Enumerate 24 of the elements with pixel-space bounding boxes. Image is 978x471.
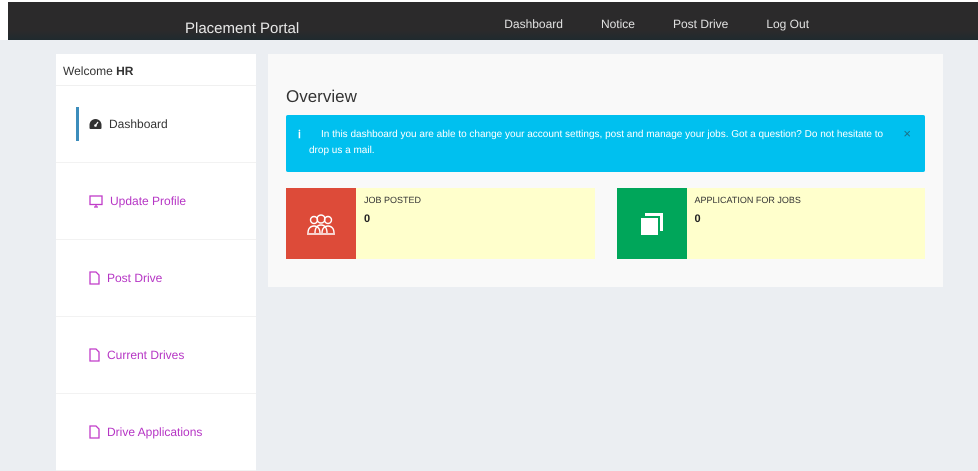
sidebar-item[interactable]: Update Profile: [76, 184, 186, 218]
file-icon: [89, 348, 100, 362]
users-icon: [306, 212, 336, 234]
sidebar-item[interactable]: Post Drive: [76, 261, 162, 295]
sidebar-item[interactable]: Drive Applications: [76, 415, 202, 449]
file-icon: [89, 271, 100, 285]
welcome-text: Welcome HR: [56, 54, 256, 86]
stat-label: JOB POSTED: [364, 194, 422, 207]
sidebar-item[interactable]: Current Drives: [76, 338, 184, 372]
alert-message: In this dashboard you are able to change your account settings, post and manage your jobs. Got a question? Do not hesitate to drop us a mail.: [309, 128, 884, 158]
stat-value: 0: [364, 212, 372, 226]
sidebar-item[interactable]: Dashboard: [76, 107, 168, 141]
brand-title[interactable]: Placement Portal: [185, 18, 300, 40]
file-icon: [89, 425, 100, 439]
page-title: Overview: [286, 88, 358, 105]
info-icon: ℹ: [298, 127, 301, 144]
nav-link[interactable]: Notice: [600, 14, 635, 32]
stat-label: APPLICATION FOR JOBS: [694, 194, 801, 207]
stat-value: 0: [694, 212, 702, 226]
nav-link[interactable]: Post Drive: [672, 14, 728, 32]
dashboard-icon: [89, 118, 102, 130]
monitor-icon: [89, 194, 103, 208]
nav-link[interactable]: Log Out: [766, 14, 810, 32]
nav-link[interactable]: Dashboard: [504, 14, 563, 32]
